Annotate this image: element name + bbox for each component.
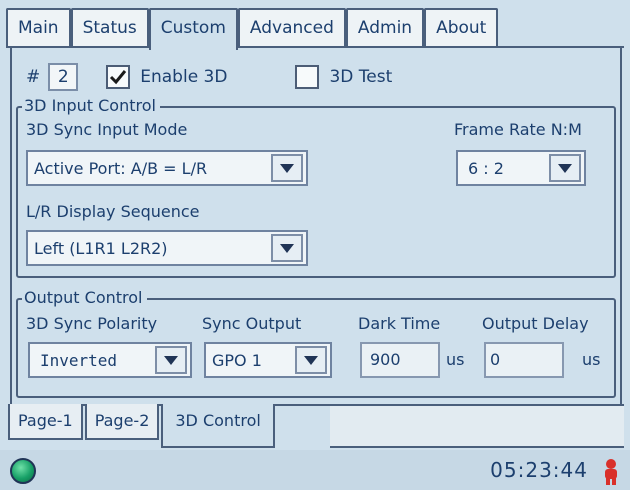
enable-3d-checkbox[interactable] xyxy=(106,65,131,89)
sync-mode-value: Active Port: A/B = L/R xyxy=(34,158,208,178)
dark-time-input[interactable]: 900 xyxy=(360,342,440,378)
custom-panel: # 2 Enable 3D 3D Test 3D Input Control 3… xyxy=(10,48,622,404)
lr-sequence-dropdown-button[interactable] xyxy=(271,234,303,262)
number-field[interactable]: 2 xyxy=(48,63,79,91)
sync-output-dropdown-button[interactable] xyxy=(295,346,327,374)
output-delay-unit: us xyxy=(582,350,601,369)
enable-3d-label: Enable 3D xyxy=(140,67,228,87)
status-led-icon xyxy=(10,458,36,484)
sync-mode-label: 3D Sync Input Mode xyxy=(26,120,188,139)
sync-mode-dropdown-button[interactable] xyxy=(271,154,303,182)
dark-time-label: Dark Time xyxy=(358,314,441,333)
tab-custom[interactable]: Custom xyxy=(148,8,238,50)
output-delay-input[interactable]: 0 xyxy=(484,342,564,378)
row-3d-enable: # 2 Enable 3D 3D Test xyxy=(26,62,392,92)
polarity-value: Inverted xyxy=(40,350,118,370)
chevron-down-icon xyxy=(164,355,178,365)
checkmark-icon xyxy=(110,70,127,85)
polarity-label: 3D Sync Polarity xyxy=(26,314,158,333)
tab-3d-control[interactable]: 3D Control xyxy=(161,404,275,448)
status-bar: 05:23:44 xyxy=(0,450,630,490)
sync-mode-select[interactable]: Active Port: A/B = L/R xyxy=(26,150,308,186)
clock: 05:23:44 xyxy=(490,458,588,482)
test-3d-checkbox[interactable] xyxy=(295,65,320,89)
frame-rate-dropdown-button[interactable] xyxy=(549,154,581,182)
lr-sequence-label: L/R Display Sequence xyxy=(26,202,200,221)
tab-page-1[interactable]: Page-1 xyxy=(8,404,83,440)
test-3d-label: 3D Test xyxy=(329,67,393,87)
polarity-select[interactable]: Inverted xyxy=(28,342,192,378)
chevron-down-icon xyxy=(280,243,294,253)
user-icon[interactable] xyxy=(600,458,622,486)
top-tab-bar: Main Status Custom Advanced Admin About xyxy=(6,8,499,50)
sync-output-select[interactable]: GPO 1 xyxy=(204,342,332,378)
input-control-title: 3D Input Control xyxy=(22,96,160,116)
chevron-down-icon xyxy=(304,355,318,365)
lr-sequence-select[interactable]: Left (L1R1 L2R2) xyxy=(26,230,308,266)
tab-page-2[interactable]: Page-2 xyxy=(84,404,160,440)
number-label: # xyxy=(26,67,41,87)
sync-output-label: Sync Output xyxy=(202,314,302,333)
frame-rate-label: Frame Rate N:M xyxy=(454,120,582,139)
lr-sequence-value: Left (L1R1 L2R2) xyxy=(34,238,168,258)
tab-about[interactable]: About xyxy=(424,8,499,46)
chevron-down-icon xyxy=(558,163,572,173)
page-tab-bar: Page-1 Page-2 3D Control xyxy=(8,404,277,448)
frame-rate-select[interactable]: 6 : 2 xyxy=(456,150,586,186)
sync-output-value: GPO 1 xyxy=(212,350,262,370)
tab-admin[interactable]: Admin xyxy=(345,8,425,46)
screen: Main Status Custom Advanced Admin About … xyxy=(0,0,630,490)
chevron-down-icon xyxy=(280,163,294,173)
tab-main[interactable]: Main xyxy=(6,8,71,46)
input-control-group: 3D Input Control 3D Sync Input Mode Acti… xyxy=(16,96,616,278)
output-control-group: Output Control 3D Sync Polarity Inverted… xyxy=(16,288,616,398)
frame-rate-value: 6 : 2 xyxy=(468,158,504,178)
output-control-title: Output Control xyxy=(22,288,147,308)
polarity-dropdown-button[interactable] xyxy=(155,346,187,374)
dark-time-unit: us xyxy=(446,350,465,369)
page-tab-strip xyxy=(330,404,624,448)
output-delay-label: Output Delay xyxy=(482,314,589,333)
tab-status[interactable]: Status xyxy=(70,8,149,46)
tab-advanced[interactable]: Advanced xyxy=(237,8,346,46)
